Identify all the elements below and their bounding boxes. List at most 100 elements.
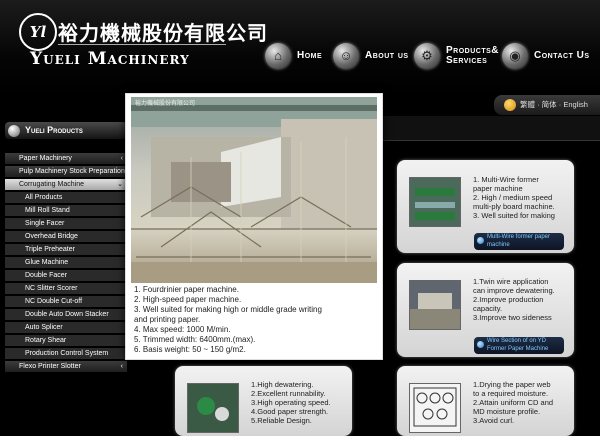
menu-subitem[interactable]: Glue Machine [5,257,127,268]
nav-products[interactable]: ⚙ Products& Services [414,40,500,72]
paper-machine-photo: 裕力機械股份有限公司 [131,97,377,283]
menu-item-label: Rotary Shear [25,337,67,344]
menu-category[interactable]: Flexo Printer Slotter ‹ [5,361,127,372]
popup-line: 1. Fourdrinier paper machine. [134,285,239,294]
nav-home-label: Home [297,50,323,61]
products-icon: ⚙ [414,43,440,69]
menu-subitem[interactable]: Production Control System [5,348,127,359]
card-thumbnail[interactable] [409,280,461,330]
card-line: 1. Multi-Wire former [473,175,539,184]
card-line: capacity. [473,304,503,313]
card-line: 3.Avoid curl. [473,416,515,425]
menu-item-label: Double Facer [25,272,68,279]
card-line: 5.Reliable Design. [251,416,312,425]
product-card-dryer[interactable]: 1.Drying the paper web to a required moi… [397,366,574,436]
card-description: 1.Drying the paper web to a required moi… [473,380,553,425]
card-line: 1.Drying the paper web [473,380,551,389]
menu-subitem[interactable]: Single Facer [5,218,127,229]
card-line: 2. High / medium speed [473,193,553,202]
company-logo[interactable]: Yl [19,13,57,51]
nav-home[interactable]: ⌂ Home [265,40,322,72]
menu-item-label: Paper Machinery [19,155,72,162]
menu-subitem[interactable]: Auto Splicer [5,322,127,333]
menu-item-label: Pulp Machinery Stock Preparation [19,168,125,175]
card-thumbnail[interactable] [409,383,461,433]
product-card-former[interactable]: 1.High dewatering. 2.Excellent runnabili… [175,366,352,436]
menu-subitem[interactable]: Double Facer [5,270,127,281]
menu-subitem[interactable]: All Products [5,192,127,203]
menu-subitem[interactable]: Rotary Shear [5,335,127,346]
nav-contact[interactable]: ◉ Contact Us [502,40,590,72]
card-thumbnail[interactable] [187,383,239,433]
about-icon: ☺ [333,43,359,69]
menu-subitem[interactable]: Triple Preheater [5,244,127,255]
card-line: to a required moisture. [473,389,549,398]
popup-caption: 1. Fourdrinier paper machine. 2. High-sp… [134,285,378,355]
language-switcher[interactable]: 繁體 · 简体 · English [494,95,600,115]
menu-category[interactable]: Pulp Machinery Stock Preparation [5,166,127,177]
machine-thumbnail-icon [410,281,460,329]
product-card-wire-section[interactable]: 1.Twin wire application can improve dewa… [397,263,574,357]
card-link-button[interactable]: Wire Section of on YD Former Paper Machi… [474,337,564,354]
product-card-multiwire[interactable]: 1. Multi-Wire former paper machine 2. Hi… [397,160,574,253]
card-link-label: Multi-Wire former paper machine [487,234,551,248]
card-line: 1.High dewatering. [251,380,314,389]
card-link-button[interactable]: Multi-Wire former paper machine [474,233,564,250]
menu-subitem[interactable]: Double Auto Down Stacker [5,309,127,320]
nav-about-label: About us [365,50,409,61]
card-line: 3. Well suited for making [473,211,555,220]
card-line: 2.Improve production [473,295,544,304]
photo-watermark: 裕力機械股份有限公司 [135,99,195,107]
menu-item-label: Flexo Printer Slotter [19,363,81,370]
chevron-down-icon: ⌄ [117,181,123,188]
menu-item-label: Auto Splicer [25,324,63,331]
menu-subitem[interactable]: Overhead Bridge [5,231,127,242]
card-link-label: Wire Section of on YD Former Paper Machi… [487,338,549,352]
card-line: 1.Twin wire application [473,277,549,286]
menu-subitem[interactable]: Mill Roll Stand [5,205,127,216]
card-line: 3.High operating speed. [251,398,331,407]
card-description: 1.High dewatering. 2.Excellent runnabili… [251,380,331,425]
chevron-left-icon: ‹ [120,155,123,162]
popup-line: 2. High-speed paper machine. [134,295,242,304]
home-icon: ⌂ [265,43,291,69]
card-line: paper machine [473,184,523,193]
menu-category[interactable]: Paper Machinery ‹ [5,153,127,164]
menu-subitem[interactable]: NC Slitter Scorer [5,283,127,294]
popup-line: and printing paper. [134,315,201,324]
language-flag-icon [504,99,516,112]
nav-about[interactable]: ☺ About us [333,40,409,72]
menu-item-label: Double Auto Down Stacker [25,311,109,318]
card-line: 4.Good paper strength. [251,407,329,416]
globe-icon: ◉ [502,43,528,69]
menu-item-label: Corrugating Machine [19,181,84,188]
sidebar-title-label: Yueli Products [25,125,83,135]
header: Yl 裕力機械股份有限公司 Yueli Machinery ⌂ Home ☺ A… [0,0,600,95]
chevron-left-icon: ‹ [120,363,123,370]
menu-item-label: All Products [25,194,63,201]
menu-item-label: Production Control System [25,350,109,357]
card-line: 3.Improve two sideness [473,313,552,322]
nav-products-label: Products& Services [446,45,500,66]
popup-line: 5. Trimmed width: 6400mm.(max). [134,335,256,344]
card-thumbnail[interactable] [409,177,461,227]
card-line: MD moisture profile. [473,407,541,416]
popup-line: 4. Max speed: 1000 M/min. [134,325,231,334]
machine-thumbnail-icon [410,178,460,226]
menu-item-label: NC Slitter Scorer [25,285,78,292]
sidebar-title-icon [8,124,20,137]
menu-item-label: Mill Roll Stand [25,207,70,214]
card-line: multi-ply board machine. [473,202,555,211]
product-popup[interactable]: 裕力機械股份有限公司 1. Fourdrinier paper machine.… [125,93,383,360]
card-description: 1.Twin wire application can improve dewa… [473,277,555,322]
menu-item-label: NC Double Cut-off [25,298,83,305]
sidebar-title: Yueli Products [5,122,127,139]
menu-category[interactable]: Corrugating Machine ⌄ [5,179,127,190]
company-name-chinese: 裕力機械股份有限公司 [58,21,268,45]
menu-subitem[interactable]: NC Double Cut-off [5,296,127,307]
popup-line: 6. Basis weight: 50 ~ 150 g/m2. [134,345,246,354]
sidebar: Yueli Products Paper Machinery ‹ Pulp Mach… [0,116,127,425]
card-description: 1. Multi-Wire former paper machine 2. Hi… [473,175,555,220]
language-options[interactable]: 繁體 · 简体 · English [520,100,588,109]
link-icon [477,341,484,348]
